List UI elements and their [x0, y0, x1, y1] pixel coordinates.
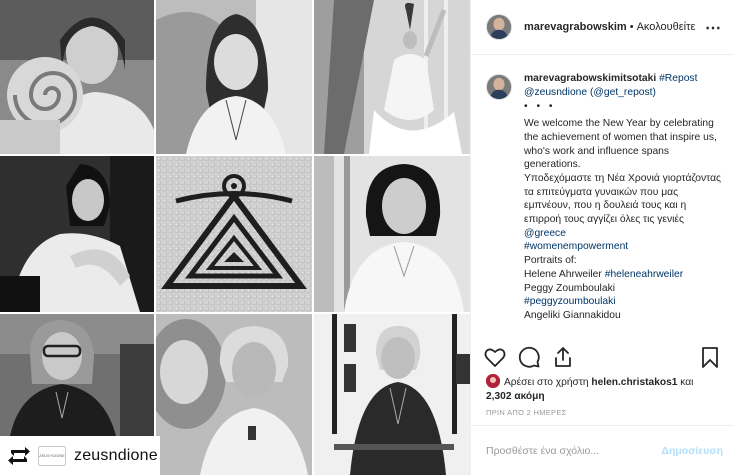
- portrait-photo: [0, 0, 154, 154]
- portrait-photo: [314, 314, 470, 475]
- avatar[interactable]: [486, 74, 512, 100]
- action-bar: [483, 343, 722, 371]
- comment-input[interactable]: [486, 444, 662, 457]
- heart-icon[interactable]: [483, 345, 507, 369]
- comment-form: Δημοσίευση: [471, 425, 734, 475]
- hashtag-link[interactable]: #Repost: [659, 73, 697, 84]
- repost-username[interactable]: zeusndione: [74, 447, 158, 465]
- likes-prefix: Αρέσει στο χρήστη: [504, 377, 589, 388]
- avatar[interactable]: [486, 14, 512, 40]
- caption-area: marevagrabowskimitsotaki #Repost @zeusnd…: [471, 60, 734, 336]
- caption-english: We welcome the New Year by celebrating t…: [524, 118, 717, 171]
- separator-dot: •: [629, 21, 634, 33]
- caption-comment: marevagrabowskimitsotaki #Repost @zeusnd…: [486, 72, 725, 323]
- liker-username[interactable]: helen.christakos1: [591, 377, 677, 388]
- portrait-photo: [314, 0, 470, 154]
- portrait-photo: [156, 0, 312, 154]
- portrait-photo: [156, 314, 312, 475]
- repost-logo: ZEUS+DIONE: [38, 445, 66, 466]
- hashtag-link[interactable]: #womenempowerment: [524, 241, 628, 252]
- liker-avatar[interactable]: [486, 374, 500, 388]
- mention-link[interactable]: (@get_repost): [590, 87, 656, 98]
- post-author-username[interactable]: marevagrabowskim: [524, 21, 627, 33]
- caption-person: Helene Ahrweiler: [524, 268, 602, 280]
- portrait-photo: [0, 156, 154, 312]
- caption-person: Angeliki Giannakidou: [524, 309, 621, 321]
- caption-username[interactable]: marevagrabowskimitsotaki: [524, 73, 656, 84]
- repost-credit: ZEUS+DIONE zeusndione: [0, 436, 160, 475]
- more-options-icon[interactable]: ⋯: [705, 18, 722, 38]
- hashtag-link[interactable]: #peggyzoumboulaki: [524, 296, 616, 307]
- post-timestamp[interactable]: ΠΡΙΝ ΑΠΟ 2 ΗΜΕΡΕΣ: [486, 408, 567, 417]
- comment-icon[interactable]: [517, 345, 541, 369]
- post-header: marevagrabowskim • Ακολουθείτε ⋯: [471, 0, 734, 55]
- following-button[interactable]: Ακολουθείτε: [637, 21, 696, 33]
- portrait-photo: [0, 314, 154, 436]
- caption-person: Peggy Zoumboulaki: [524, 282, 616, 294]
- caption-greek: Υποδεχόμαστε τη Νέα Χρονιά γιορτάζοντας …: [524, 172, 721, 226]
- share-icon[interactable]: [551, 345, 575, 369]
- mosaic-artwork: [156, 156, 312, 312]
- likes-conj: και: [680, 377, 694, 388]
- post-detail-panel: marevagrabowskim • Ακολουθείτε ⋯ marevag…: [470, 0, 734, 475]
- mention-link[interactable]: @greece: [524, 228, 566, 239]
- likes-count[interactable]: 2,302 ακόμη: [486, 391, 545, 402]
- portrait-photo: [314, 156, 470, 312]
- likes-summary: Αρέσει στο χρήστη helen.christakos1 και …: [486, 374, 724, 404]
- repost-logo-text: ZEUS+DIONE: [39, 453, 65, 458]
- post-image[interactable]: ZEUS+DIONE zeusndione: [0, 0, 470, 475]
- caption-dots: • • •: [524, 101, 556, 113]
- caption-text: marevagrabowskimitsotaki #Repost @zeusnd…: [524, 72, 724, 323]
- post-comment-button[interactable]: Δημοσίευση: [661, 445, 723, 457]
- mention-link[interactable]: @zeusndione: [524, 87, 587, 98]
- caption-portraits-label: Portraits of:: [524, 255, 577, 267]
- portrait-grid: [0, 0, 470, 475]
- hashtag-link[interactable]: #heleneahrweiler: [605, 269, 683, 280]
- bookmark-icon[interactable]: [698, 345, 722, 369]
- repost-icon: [6, 443, 32, 469]
